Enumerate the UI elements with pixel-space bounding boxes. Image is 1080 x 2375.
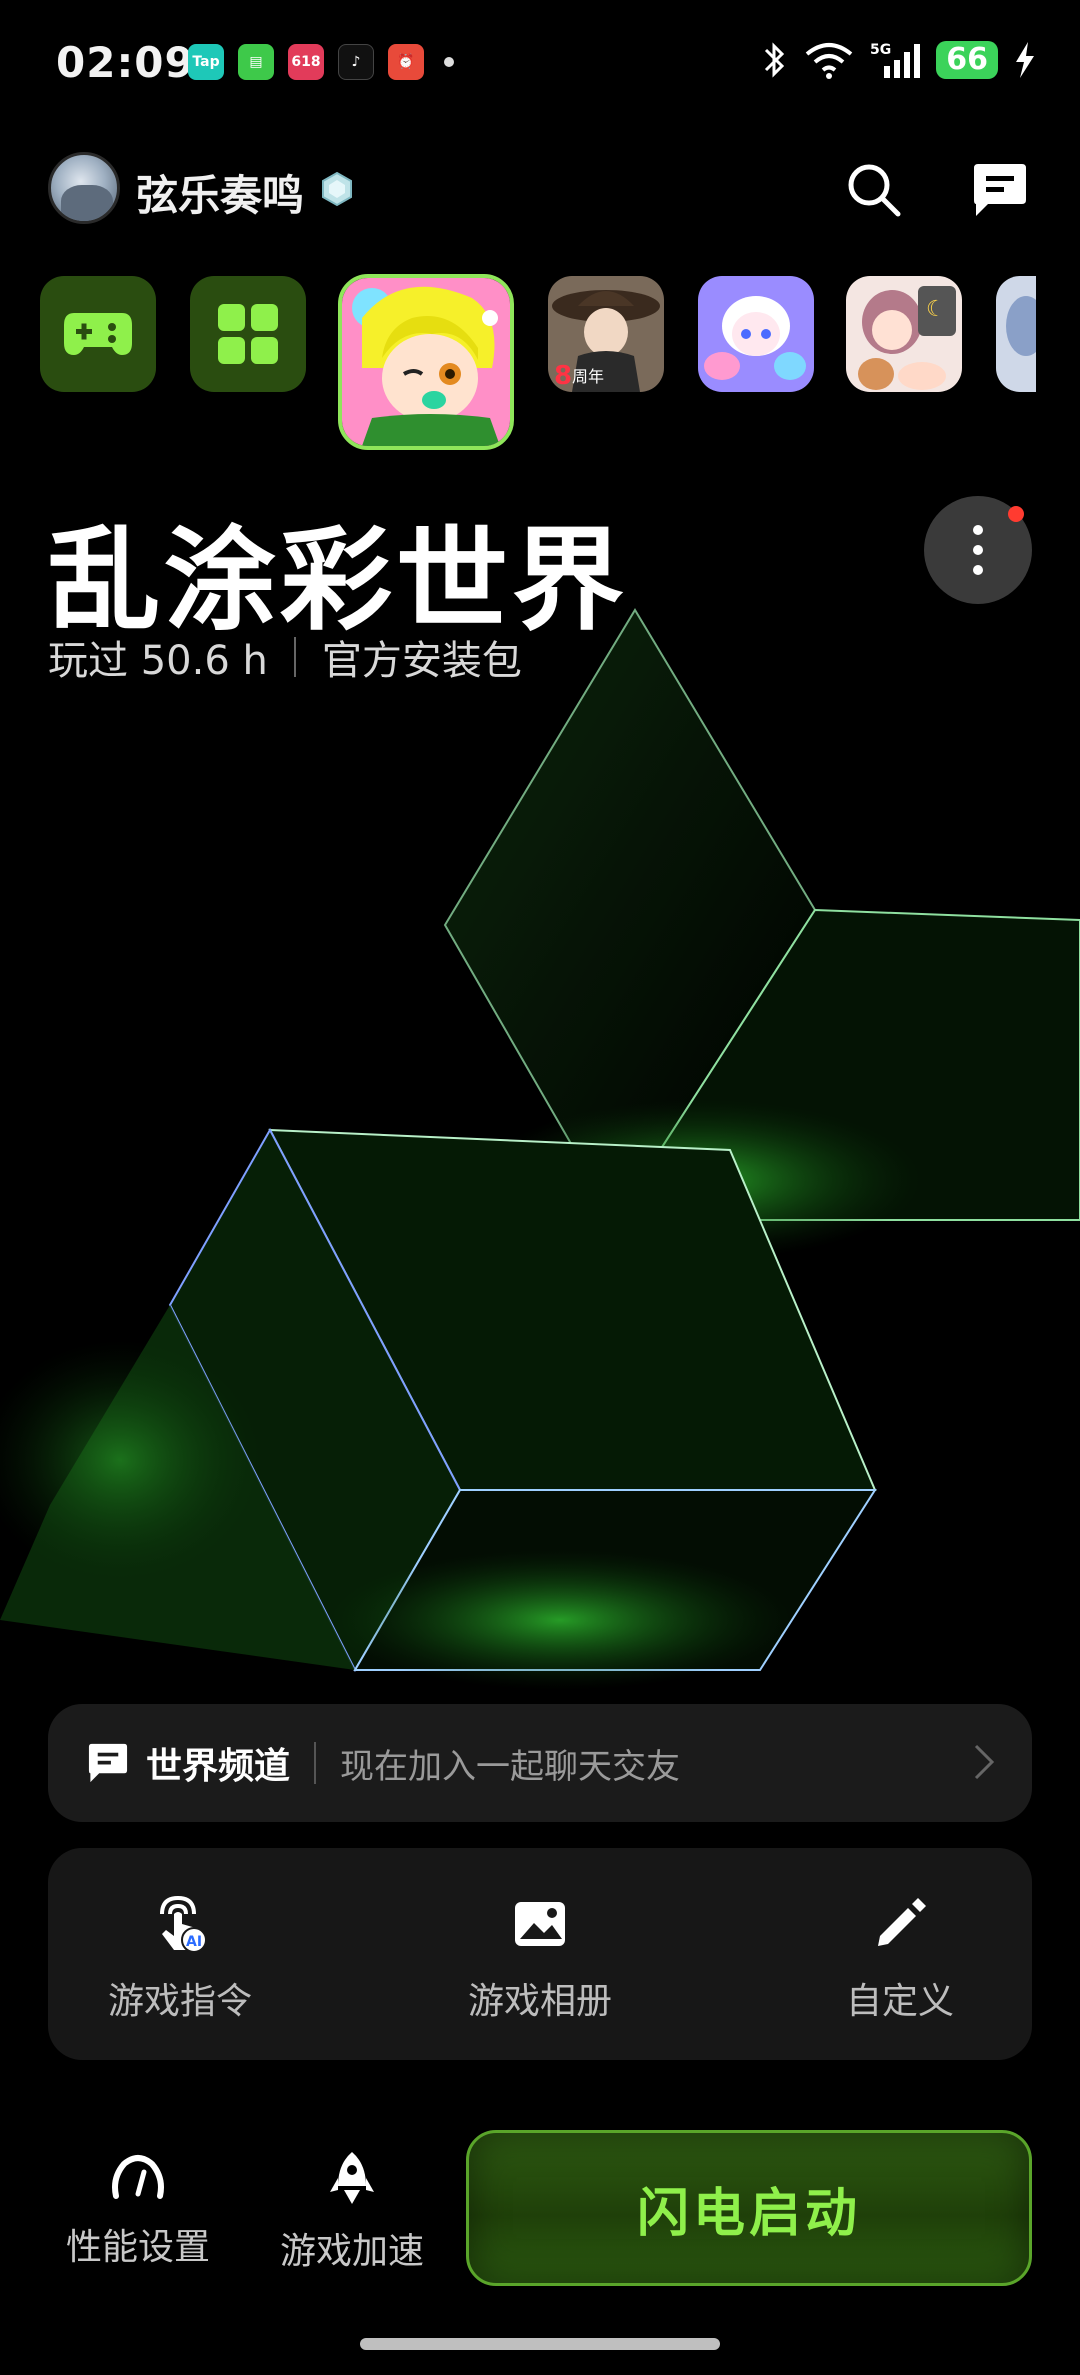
more-options-button[interactable] [924, 496, 1032, 604]
wifi-icon [805, 43, 853, 79]
anime-girl-game-icon[interactable]: ☾ [846, 276, 962, 392]
chat-bubble-icon [88, 1743, 128, 1783]
identity-v-game-icon[interactable]: 8 周年 [548, 276, 664, 392]
tool-game-album[interactable]: 游戏相册 [420, 1894, 660, 2024]
tool-label: 游戏指令 [107, 1981, 252, 2022]
touch-ai-icon: AI [160, 1895, 207, 1953]
status-time: 02:09 [56, 38, 195, 87]
more-dot-icon [973, 525, 983, 535]
username[interactable]: 弦乐奏鸣 [136, 162, 304, 223]
svg-text:5G: 5G [870, 42, 891, 58]
clock-app-icon: ⏰ [388, 44, 424, 80]
selected-game-icon[interactable] [338, 274, 514, 450]
charging-icon [1016, 42, 1034, 78]
tiktok-app-icon: ♪ [338, 44, 374, 80]
world-channel-label: 世界频道 [146, 1746, 291, 1787]
more-dot-icon [973, 545, 983, 555]
background-art [0, 608, 1080, 1690]
game-boost-button[interactable]: 游戏加速 [262, 2150, 442, 2274]
grid-icon [218, 304, 278, 364]
chevron-right-icon [974, 1744, 995, 1780]
gamepad-icon [64, 313, 132, 355]
album-icon [515, 1902, 565, 1946]
game-art [698, 276, 814, 392]
messages-button[interactable] [962, 152, 1038, 228]
install-source: 官方安装包 [321, 638, 522, 684]
game-center-button[interactable] [40, 276, 156, 392]
tap-app-icon: Tap [188, 44, 224, 80]
notification-badge [1008, 506, 1024, 522]
game-art [996, 276, 1036, 392]
boost-label: 游戏加速 [279, 2231, 424, 2272]
tool-customize[interactable]: 自定义 [780, 1894, 1020, 2024]
game-art: 8 周年 [548, 276, 664, 392]
search-button[interactable] [836, 152, 912, 228]
messages-app-icon: ▤ [238, 44, 274, 80]
battery-level: 66 [936, 41, 998, 79]
world-channel-bar[interactable]: 世界频道 现在加入一起聊天交友 [48, 1704, 1032, 1822]
performance-label: 性能设置 [65, 2227, 210, 2268]
tool-game-command[interactable]: AI 游戏指令 [60, 1894, 300, 2024]
tools-panel: AI 游戏指令 游戏相册 自定义 [48, 1848, 1032, 2060]
svg-text:AI: AI [186, 1934, 202, 1950]
search-icon [848, 164, 901, 217]
doodle-girl-game-art [342, 278, 510, 446]
performance-settings-button[interactable]: 性能设置 [48, 2150, 228, 2270]
world-divider [314, 1742, 317, 1784]
profile-header: 弦乐奏鸣 [0, 140, 1080, 240]
avatar[interactable] [48, 152, 120, 224]
status-bar: 02:09 Tap ▤ 618 ♪ ⏰ 5G 66 [0, 0, 1080, 130]
launch-game-button[interactable]: 闪电启动 [466, 2130, 1032, 2286]
svg-text:8: 8 [554, 361, 572, 391]
gauge-icon [112, 2155, 164, 2199]
svg-text:周年: 周年 [572, 367, 604, 386]
chat-icon [974, 164, 1026, 216]
more-dot-icon [973, 565, 983, 575]
tool-label: 游戏相册 [467, 1981, 612, 2022]
gem-badge-icon [322, 171, 352, 207]
all-apps-button[interactable] [190, 276, 306, 392]
system-icons: 5G 66 [762, 40, 1036, 80]
game-meta: 玩过 50.6 h 官方安装包 [48, 628, 522, 686]
game-carousel: 8 周年 ☾ [0, 270, 1080, 460]
bluetooth-icon [765, 42, 785, 78]
shopping-app-icon: 618 [288, 44, 324, 80]
launch-label: 闪电启动 [636, 2183, 861, 2244]
play-time: 玩过 50.6 h [48, 638, 268, 684]
pencil-icon [878, 1898, 926, 1946]
world-channel-prompt: 现在加入一起聊天交友 [340, 1746, 681, 1787]
tool-label: 自定义 [845, 1981, 954, 2022]
game-art: ☾ [846, 276, 962, 392]
more-notifications-dot [444, 57, 454, 67]
cute-pet-game-icon[interactable] [698, 276, 814, 392]
partial-game-icon[interactable] [996, 276, 1036, 392]
home-indicator[interactable] [360, 2338, 720, 2350]
meta-divider [293, 637, 296, 677]
signal-5g-icon: 5G [870, 42, 921, 78]
notification-icons: Tap ▤ 618 ♪ ⏰ [188, 44, 454, 80]
rocket-icon [330, 2152, 374, 2204]
svg-text:☾: ☾ [926, 297, 946, 322]
